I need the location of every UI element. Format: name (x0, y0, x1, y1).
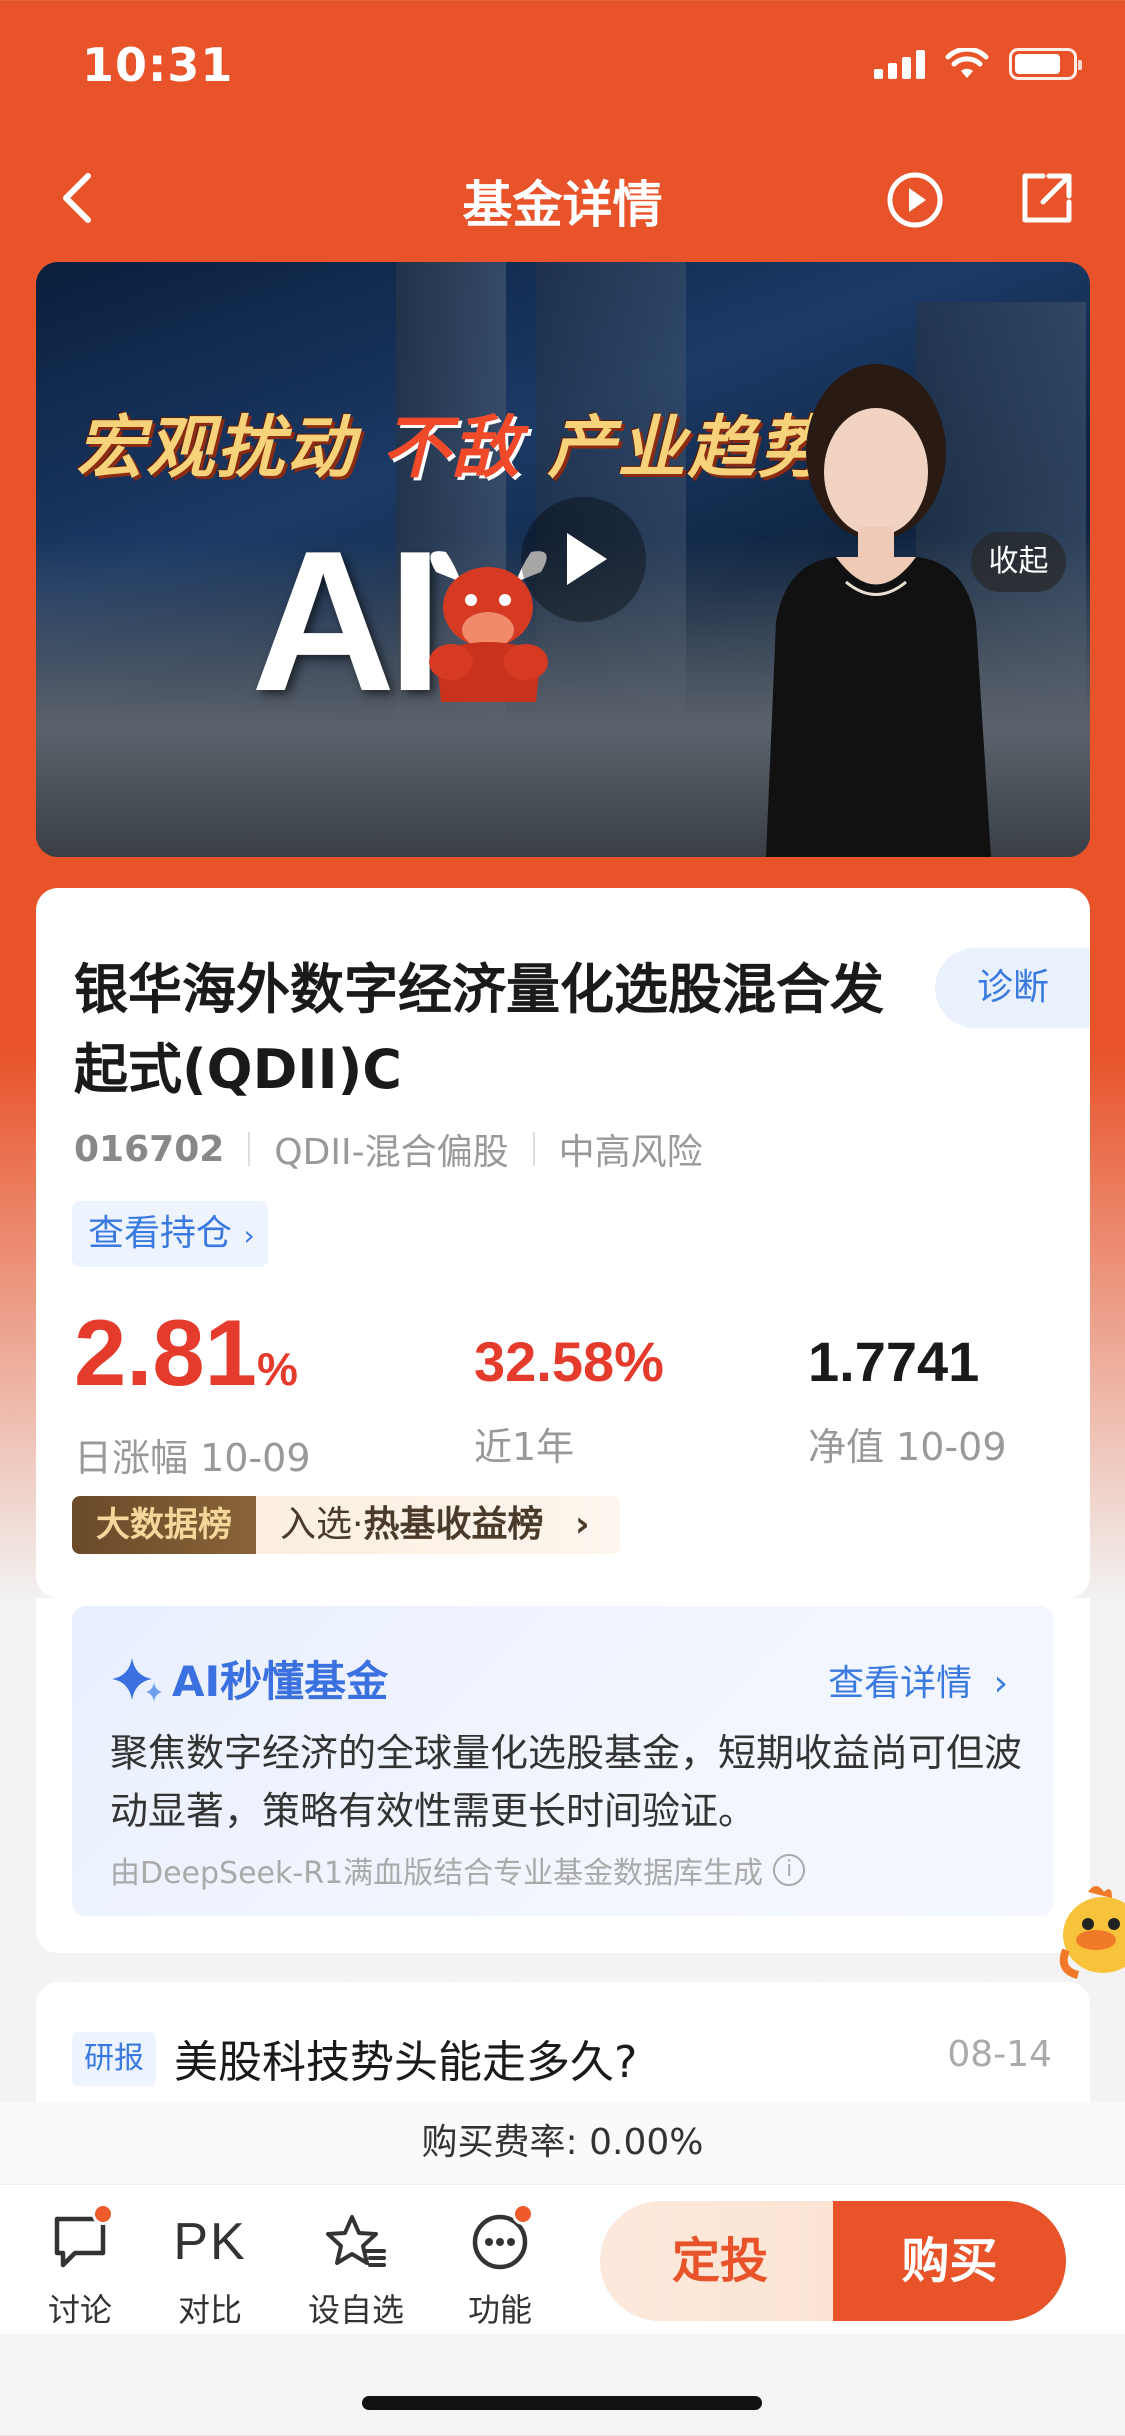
fund-category: QDII-混合偏股 (274, 1132, 509, 1173)
status-icons (874, 48, 1082, 80)
daily-change-unit: % (256, 1343, 298, 1395)
nav-stat: 1.7741 净值 10-09 (808, 1328, 1007, 1471)
ai-view-detail-link[interactable]: 查看详情 › (828, 1654, 1008, 1706)
daily-change-value: 2.81 (74, 1300, 257, 1405)
more-functions-label: 功能 (467, 2291, 532, 2329)
info-icon[interactable]: i (773, 1854, 806, 1886)
status-bar: 10:31 (0, 0, 1125, 135)
fund-risk: 中高风险 (558, 1132, 703, 1173)
add-watchlist-button[interactable]: 设自选 (296, 2207, 416, 2331)
floating-mascot-icon[interactable] (1058, 1880, 1125, 1985)
bigdata-text: 入选·热基收益榜 › (256, 1496, 620, 1554)
banner-headline: 宏观扰动 不敌 产业趋势 (76, 409, 828, 488)
fund-code: 016702 (74, 1128, 225, 1170)
one-year-label: 近1年 (474, 1425, 575, 1469)
one-year-value: 32.58% (474, 1330, 664, 1393)
fund-meta: 016702 QDII-混合偏股 中高风险 (74, 1123, 703, 1175)
research-report-item[interactable]: 研报 美股科技势头能走多久? 08-14 (36, 1982, 1090, 2102)
notification-dot (512, 2203, 534, 2225)
research-tag: 研报 (72, 2032, 156, 2086)
bottom-action-bar: 讨论 PK 对比 设自选 功能 定投 购买 (0, 2184, 1125, 2334)
nav-value: 1.7741 (808, 1330, 980, 1393)
ai-summary-title: AI秒懂基金 (110, 1648, 388, 1709)
sparkle-icon (112, 1657, 162, 1702)
share-icon[interactable] (1015, 168, 1077, 230)
view-holdings-label: 查看持仓 (88, 1213, 233, 1254)
view-holdings-button[interactable]: 查看持仓 › (72, 1201, 268, 1267)
wifi-icon (945, 48, 989, 78)
fund-name: 银华海外数字经济量化选股混合发起式(QDII)C (74, 958, 884, 1101)
bigdata-ranking: 热基收益榜 (363, 1504, 544, 1545)
banner-ai-text: AI (251, 510, 443, 733)
chevron-right-icon: › (574, 1504, 590, 1545)
notification-dot (92, 2203, 114, 2225)
research-title: 美股科技势头能走多久? (174, 2037, 638, 2088)
bigdata-ranking-banner[interactable]: 大数据榜 入选·热基收益榜 › (72, 1496, 620, 1554)
play-circle-icon[interactable] (885, 170, 945, 230)
star-list-icon (326, 2215, 386, 2267)
one-year-stat: 32.58% 近1年 (474, 1328, 664, 1471)
status-time: 10:31 (82, 38, 234, 92)
fund-info-card: 银华海外数字经济量化选股混合发起式(QDII)C 诊断 016702 QDII-… (36, 888, 1090, 1598)
video-play-button[interactable] (521, 497, 646, 622)
presenter-image (766, 364, 991, 857)
ai-summary-panel[interactable]: AI秒懂基金 查看详情 › 聚焦数字经济的全球量化选股基金，短期收益尚可但波动显… (72, 1606, 1054, 1916)
add-watchlist-label: 设自选 (307, 2291, 404, 2329)
auto-invest-button[interactable]: 定投 (600, 2201, 840, 2321)
video-banner[interactable]: 宏观扰动 不敌 产业趋势 AI 收起 (36, 262, 1090, 857)
nav-label: 净值 10-09 (808, 1425, 1007, 1469)
research-date: 08-14 (947, 2034, 1052, 2075)
chevron-right-icon: › (993, 1663, 1008, 1704)
home-indicator[interactable] (362, 2396, 762, 2410)
battery-icon (1009, 48, 1082, 80)
ai-summary-body: 聚焦数字经济的全球量化选股基金，短期收益尚可但波动显著，策略有效性需更长时间验证… (110, 1731, 1023, 1833)
discuss-button[interactable]: 讨论 (20, 2203, 140, 2331)
chevron-right-icon: › (243, 1219, 255, 1252)
ai-source-note: 由DeepSeek-R1满血版结合专业基金数据库生成 i (110, 1848, 806, 1892)
daily-change-label: 日涨幅 10-09 (74, 1436, 311, 1480)
pk-icon: PK (173, 2213, 247, 2271)
nav-bar: 基金详情 (0, 140, 1125, 260)
page-title: 基金详情 (462, 176, 663, 234)
collapse-button[interactable]: 收起 (971, 532, 1066, 592)
discuss-label: 讨论 (47, 2291, 112, 2329)
buy-button[interactable]: 购买 (833, 2201, 1066, 2321)
cellular-signal-icon (874, 49, 925, 79)
bigdata-badge: 大数据榜 (72, 1496, 256, 1554)
ai-summary-card: AI秒懂基金 查看详情 › 聚焦数字经济的全球量化选股基金，短期收益尚可但波动显… (36, 1598, 1090, 1953)
more-functions-button[interactable]: 功能 (440, 2203, 560, 2331)
diagnose-button[interactable]: 诊断 (935, 948, 1090, 1028)
daily-change-stat: 2.81% 日涨幅 10-09 (74, 1303, 311, 1482)
purchase-fee-text: 购买费率: 0.00% (0, 2102, 1125, 2184)
compare-button[interactable]: PK 对比 (150, 2207, 270, 2331)
compare-label: 对比 (177, 2291, 242, 2329)
